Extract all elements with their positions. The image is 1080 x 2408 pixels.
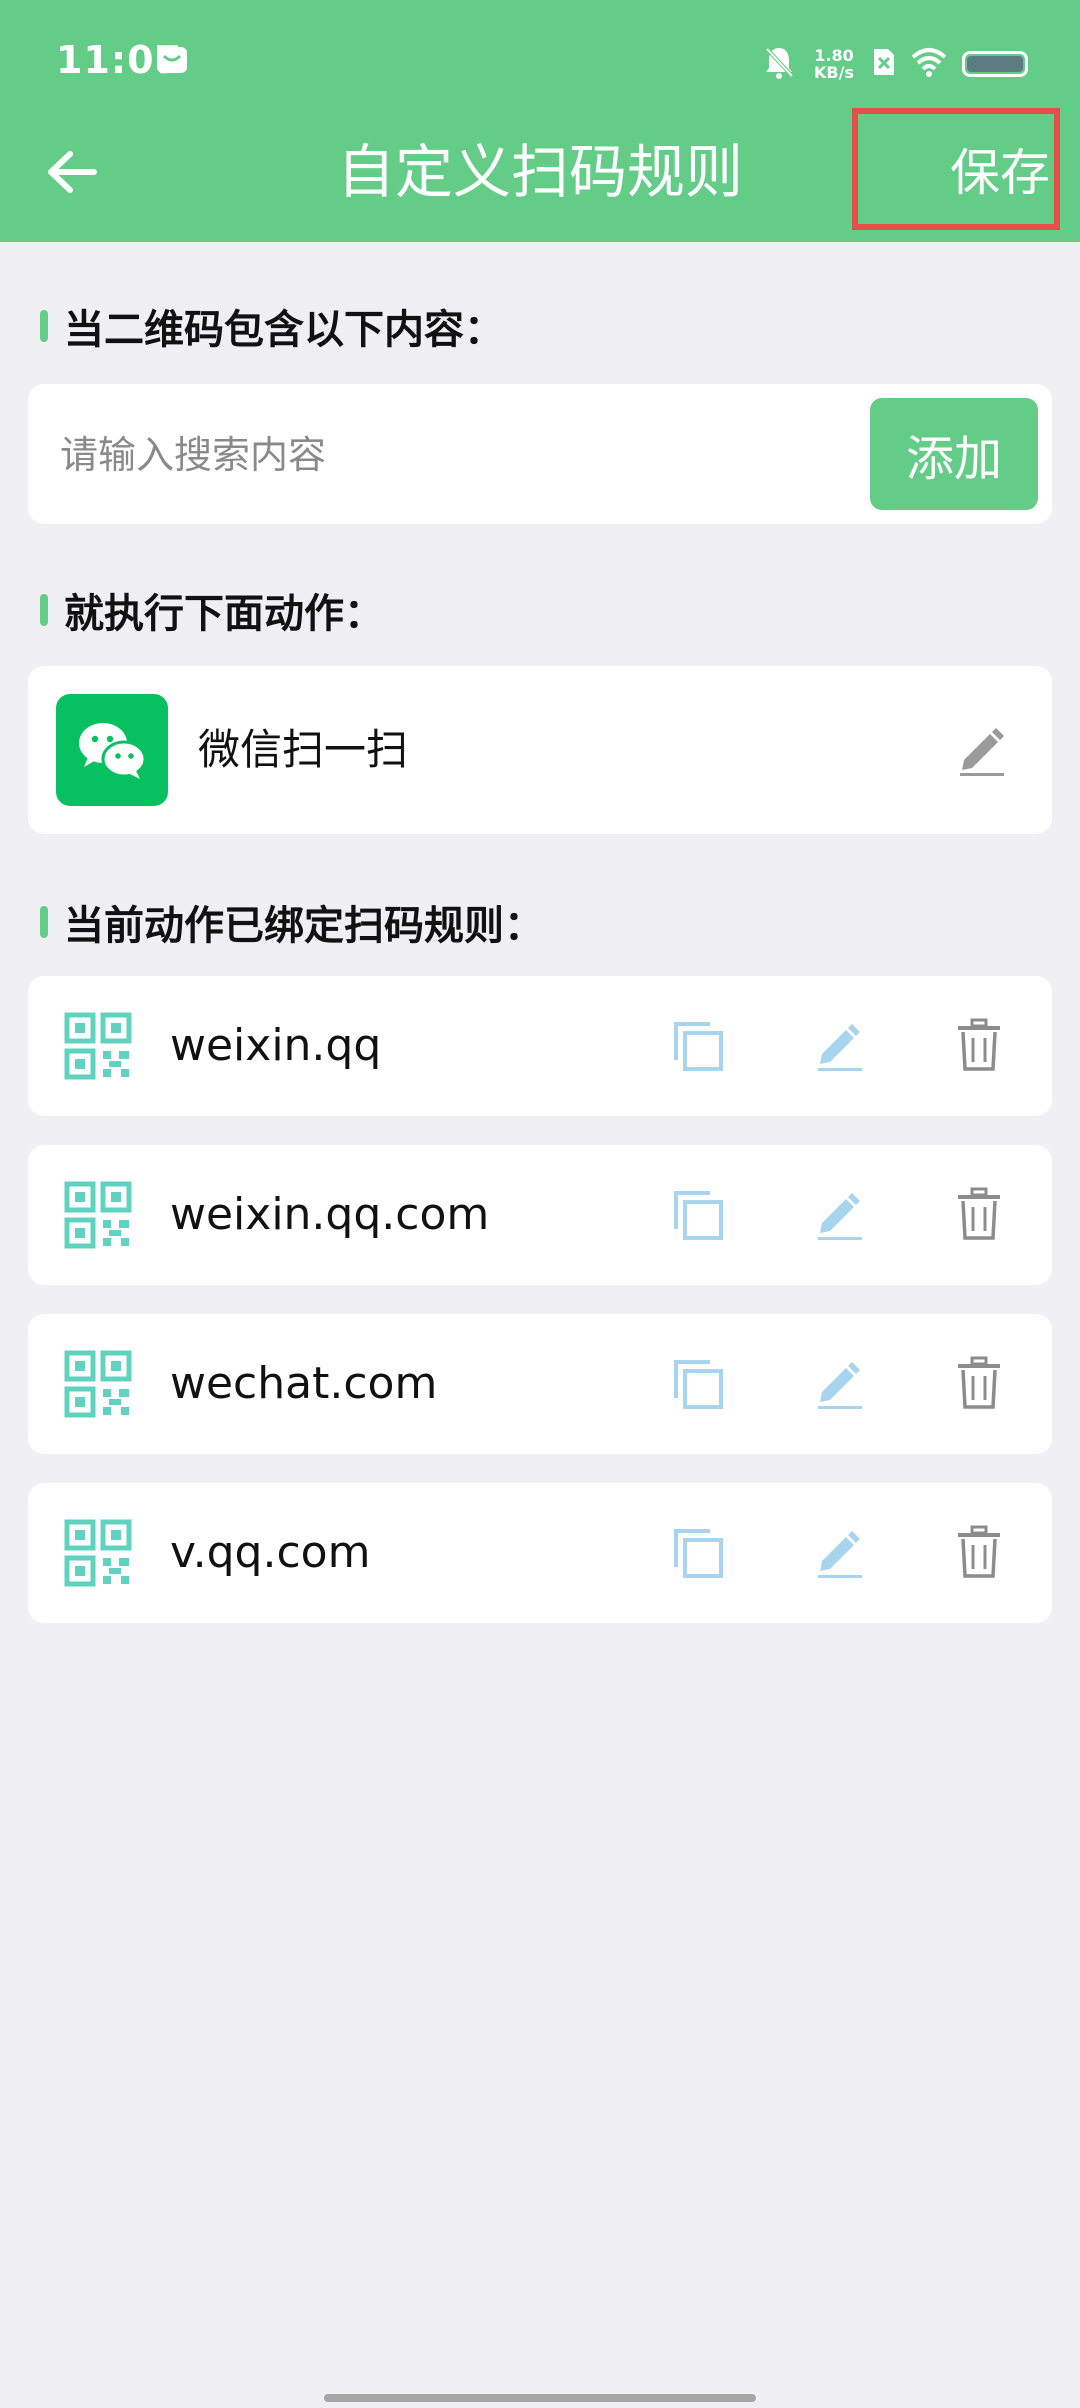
notification-icon: [156, 46, 188, 74]
home-indicator[interactable]: [324, 2394, 756, 2402]
section-heading-action: 就执行下面动作：: [40, 580, 384, 640]
edit-icon[interactable]: [814, 1018, 866, 1072]
edit-icon[interactable]: [814, 1525, 866, 1579]
rule-text: wechat.com: [170, 1358, 438, 1409]
section-heading-text: 当前动作已绑定扫码规则：: [64, 903, 544, 949]
rule-text: weixin.qq: [170, 1020, 382, 1071]
wifi-icon: [910, 47, 948, 81]
rule-row: wechat.com: [28, 1314, 1052, 1454]
qr-code-icon: [64, 1181, 132, 1249]
net-speed-value: 1.80: [814, 46, 854, 65]
no-sim-icon: [872, 47, 896, 81]
qr-code-icon: [64, 1519, 132, 1587]
rule-row: weixin.qq.com: [28, 1145, 1052, 1285]
delete-icon[interactable]: [956, 1018, 1002, 1072]
action-card[interactable]: 微信扫一扫: [28, 666, 1052, 834]
copy-icon[interactable]: [672, 1358, 724, 1410]
action-edit-icon[interactable]: [954, 722, 1010, 778]
rule-text: weixin.qq.com: [170, 1189, 490, 1240]
heading-accent-bar: [40, 594, 48, 626]
net-speed: 1.80 KB/s: [810, 47, 858, 81]
copy-icon[interactable]: [672, 1189, 724, 1241]
qr-code-icon: [64, 1350, 132, 1418]
app-header: 11:07 1.80 KB/s 自定义扫码规则 保存: [0, 0, 1080, 242]
section-heading-text: 当二维码包含以下内容：: [64, 307, 504, 353]
status-icons: 1.80 KB/s: [762, 40, 1028, 88]
section-heading-text: 就执行下面动作：: [64, 591, 384, 637]
search-card: 添加: [28, 384, 1052, 526]
arrow-left-icon: [48, 151, 97, 193]
save-button[interactable]: 保存: [852, 108, 1060, 230]
delete-icon[interactable]: [956, 1525, 1002, 1579]
battery-icon: [962, 51, 1028, 77]
copy-icon[interactable]: [672, 1527, 724, 1579]
add-button[interactable]: 添加: [870, 398, 1038, 510]
qr-code-icon: [64, 1012, 132, 1080]
heading-accent-bar: [40, 906, 48, 938]
back-button[interactable]: [34, 136, 110, 208]
copy-icon[interactable]: [672, 1020, 724, 1072]
edit-icon[interactable]: [814, 1187, 866, 1241]
edit-icon[interactable]: [814, 1356, 866, 1410]
delete-icon[interactable]: [956, 1187, 1002, 1241]
wechat-icon: [56, 694, 168, 806]
mute-bell-icon: [762, 44, 796, 84]
delete-icon[interactable]: [956, 1356, 1002, 1410]
heading-accent-bar: [40, 310, 48, 342]
net-speed-unit: KB/s: [814, 63, 854, 82]
section-heading-contains: 当二维码包含以下内容：: [40, 296, 504, 356]
section-heading-rules: 当前动作已绑定扫码规则：: [40, 892, 544, 952]
action-label: 微信扫一扫: [198, 725, 409, 774]
rule-row: v.qq.com: [28, 1483, 1052, 1623]
search-input[interactable]: [58, 384, 862, 526]
rule-row: weixin.qq: [28, 976, 1052, 1116]
rule-text: v.qq.com: [170, 1527, 371, 1578]
